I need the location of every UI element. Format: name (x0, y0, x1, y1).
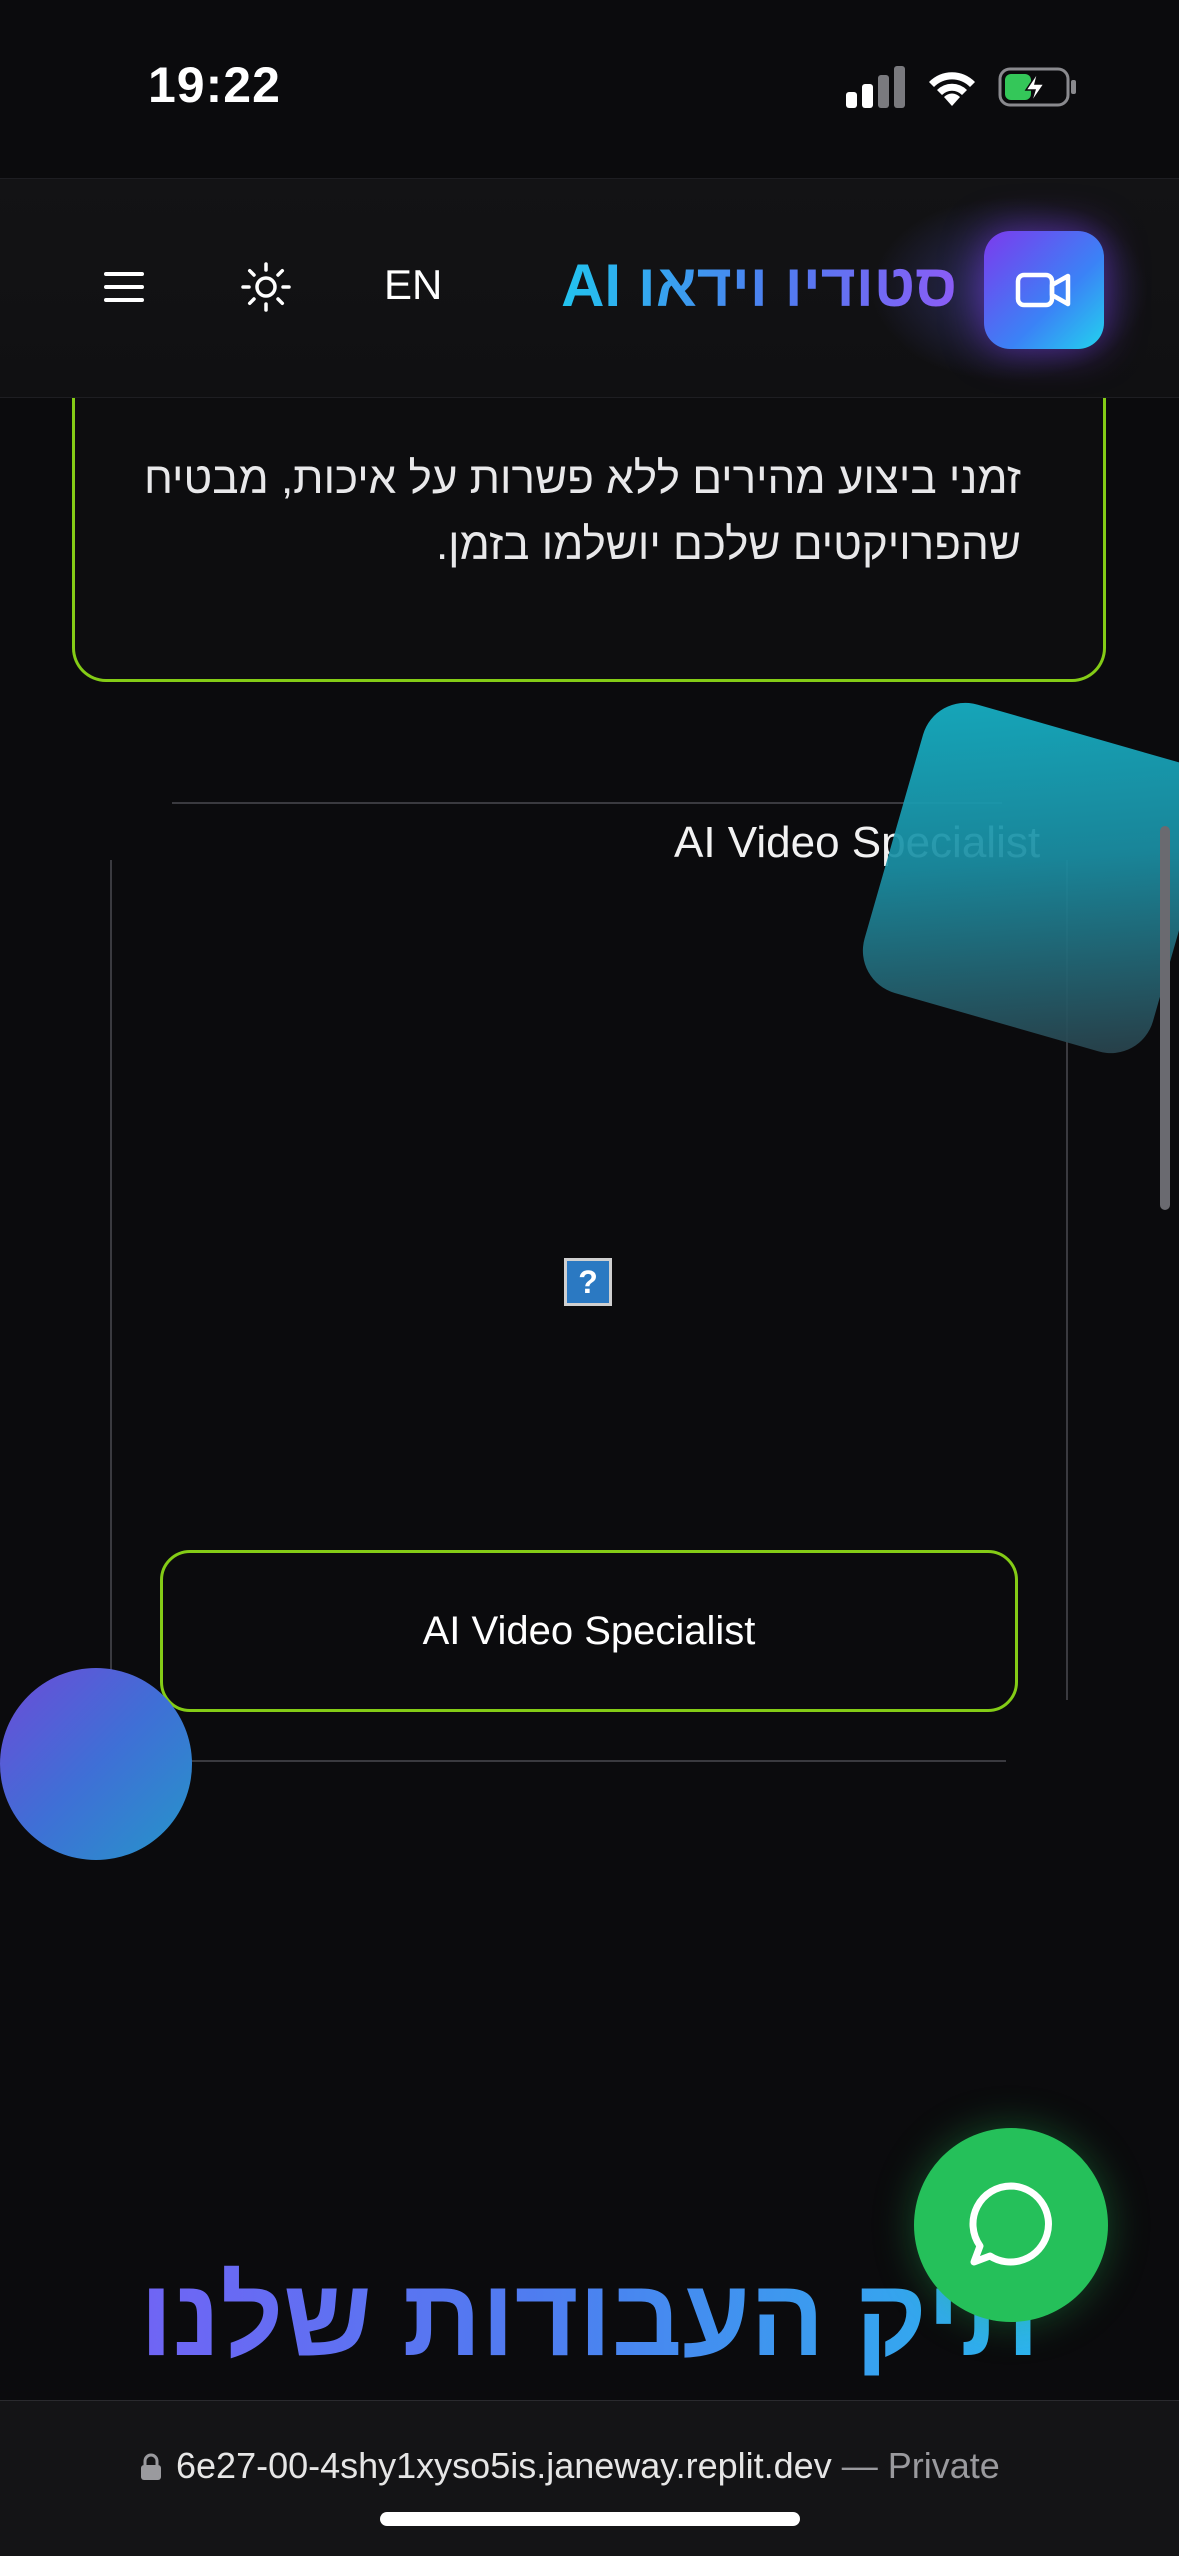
cellular-signal-icon (846, 66, 906, 108)
battery-charging-icon (998, 67, 1076, 107)
brand-title[interactable]: סטודיו וידאו AI (561, 251, 957, 320)
site-header: סטודיו וידאו AI EN (0, 178, 1179, 398)
whatsapp-button[interactable] (914, 2128, 1108, 2322)
frame-border-top (172, 802, 1002, 804)
decorative-teal-shape (852, 692, 1179, 1064)
browser-address-bar[interactable]: 6e27-00-4shy1xyso5is.janeway.replit.dev … (0, 2400, 1179, 2556)
frame-border-left (110, 860, 112, 1700)
status-time: 19:22 (148, 57, 281, 113)
hamburger-menu-icon[interactable] (100, 265, 148, 309)
page: 19:22 זמני ביצוע מהירים ללא פשרות על איכ… (0, 0, 1179, 2556)
logo-button[interactable] (984, 231, 1104, 349)
decorative-gradient-circle (0, 1668, 192, 1860)
page-scrollbar[interactable] (1160, 826, 1170, 1210)
broken-image-icon: ? (564, 1258, 612, 1306)
feature-description: זמני ביצוע מהירים ללא פשרות על איכות, מב… (143, 454, 1021, 569)
url-field[interactable]: 6e27-00-4shy1xyso5is.janeway.replit.dev … (140, 2439, 1060, 2499)
portfolio-item-button[interactable]: AI Video Specialist (160, 1550, 1018, 1712)
wifi-icon (929, 72, 975, 106)
sun-icon[interactable] (240, 261, 292, 313)
lock-icon (141, 2453, 161, 2480)
url-text: 6e27-00-4shy1xyso5is.janeway.replit.dev … (176, 2445, 1000, 2487)
status-bar: 19:22 (0, 0, 1179, 176)
language-toggle-button[interactable]: EN (384, 261, 442, 309)
frame-border-bottom (172, 1760, 1006, 1762)
url-domain: 6e27-00-4shy1xyso5is.janeway.replit.dev (176, 2445, 832, 2486)
video-camera-icon (1015, 272, 1071, 308)
privacy-label: — Private (831, 2445, 1000, 2486)
chat-bubble-icon (969, 2182, 1052, 2266)
home-indicator[interactable] (380, 2512, 800, 2526)
